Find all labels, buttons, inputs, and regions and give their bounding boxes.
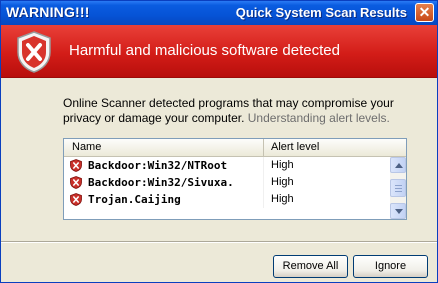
alert-levels-link[interactable]: Understanding alert levels. bbox=[248, 111, 390, 125]
scan-message: Online Scanner detected programs that ma… bbox=[63, 96, 403, 126]
close-button[interactable]: ✕ bbox=[415, 3, 434, 22]
scroll-down-button[interactable] bbox=[390, 203, 406, 219]
threat-alert-level: High bbox=[271, 193, 294, 205]
threat-name: Trojan.Caijing bbox=[88, 193, 181, 206]
table-row[interactable]: Backdoor:Win32/NTRoot High bbox=[64, 157, 390, 174]
table-row[interactable]: Trojan.Caijing High bbox=[64, 191, 390, 208]
column-divider bbox=[263, 174, 264, 191]
scroll-up-button[interactable] bbox=[390, 157, 406, 173]
window-title-warning: WARNING!!! bbox=[6, 4, 90, 20]
threat-alert-level: High bbox=[271, 159, 294, 171]
close-icon: ✕ bbox=[418, 4, 431, 20]
chevron-up-icon bbox=[395, 163, 403, 168]
column-header-name[interactable]: Name bbox=[64, 139, 264, 156]
scroll-thumb[interactable] bbox=[390, 179, 406, 197]
column-header-alert-level[interactable]: Alert level bbox=[264, 139, 404, 156]
shield-x-icon bbox=[70, 193, 82, 206]
column-divider bbox=[263, 157, 264, 174]
threat-name: Backdoor:Win32/Sivuxa. bbox=[88, 176, 234, 189]
title-bar[interactable]: WARNING!!! Quick System Scan Results ✕ bbox=[1, 1, 437, 25]
remove-all-button[interactable]: Remove All bbox=[273, 255, 348, 278]
window-title: Quick System Scan Results bbox=[235, 5, 407, 20]
scan-results-window: WARNING!!! Quick System Scan Results ✕ H… bbox=[0, 0, 438, 283]
shield-x-icon bbox=[70, 159, 82, 172]
vertical-scrollbar[interactable] bbox=[390, 157, 406, 219]
grip-line bbox=[395, 185, 402, 186]
grip-line bbox=[395, 188, 402, 189]
banner-text: Harmful and malicious software detected bbox=[69, 42, 340, 59]
button-separator bbox=[1, 241, 437, 243]
table-row[interactable]: Backdoor:Win32/Sivuxa. High bbox=[64, 174, 390, 191]
chevron-down-icon bbox=[395, 209, 403, 214]
threat-rows: Backdoor:Win32/NTRoot High Backdoor:Win3… bbox=[64, 157, 390, 208]
column-divider bbox=[263, 191, 264, 208]
alert-banner: Harmful and malicious software detected bbox=[1, 25, 437, 78]
threat-list: Name Alert level Backdoor:Win32/NTRoot H… bbox=[63, 138, 407, 220]
threat-alert-level: High bbox=[271, 176, 294, 188]
shield-x-icon bbox=[17, 31, 51, 73]
threat-name: Backdoor:Win32/NTRoot bbox=[88, 159, 228, 172]
list-header: Name Alert level bbox=[64, 139, 406, 157]
ignore-button[interactable]: Ignore bbox=[353, 255, 428, 278]
grip-line bbox=[395, 191, 402, 192]
shield-x-icon bbox=[70, 176, 82, 189]
